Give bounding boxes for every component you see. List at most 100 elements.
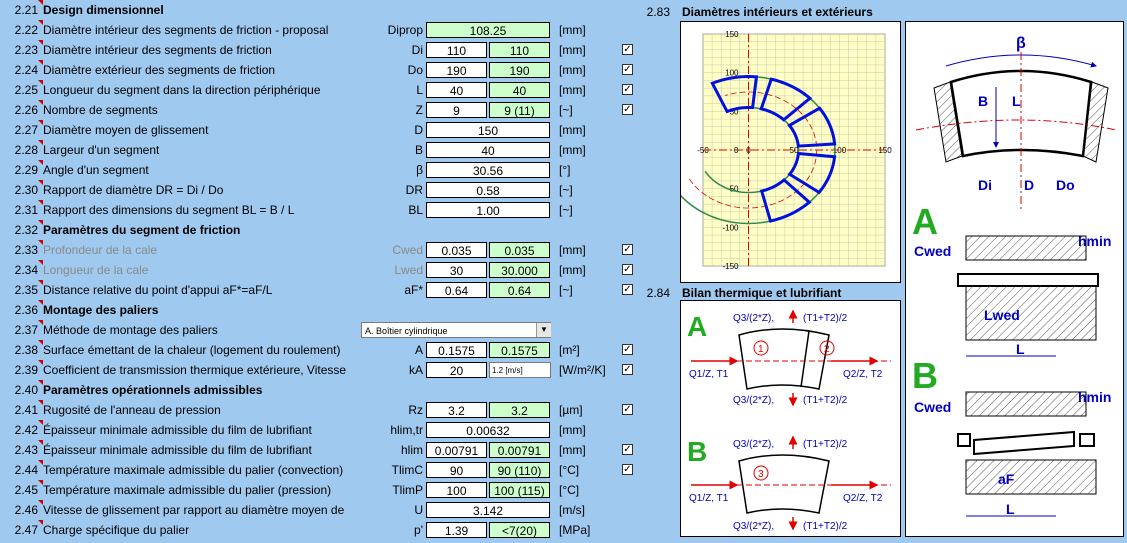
parameter-label: Diamètre moyen de glissement (43, 123, 209, 137)
input-value-cell[interactable]: 0.00791 (489, 442, 550, 458)
computed-value-cell: 9 (426, 102, 487, 118)
lock-checkbox[interactable]: ✓ (622, 44, 633, 55)
param-row-2-26: 2.26 Nombre de segments Z 9 9 (11) [~] ✓ (0, 100, 640, 120)
input-value-cell[interactable]: 30.000 (489, 262, 550, 278)
unit-label: [mm] (559, 83, 586, 97)
lock-checkbox[interactable]: ✓ (622, 344, 633, 355)
lock-checkbox[interactable]: ✓ (622, 364, 633, 375)
row-number: 2.34 (14, 263, 38, 277)
parameter-symbol: p' (414, 523, 423, 537)
value-cell[interactable]: 108.25 (426, 22, 550, 38)
l-a-label: L (1016, 341, 1025, 357)
unit-label: [m²] (559, 343, 580, 357)
param-row-2-21: 2.21 Design dimensionnel (0, 0, 640, 20)
row-number: 2.21 (14, 3, 38, 17)
t-avg-top-b: (T1+T2)/2 (803, 439, 848, 450)
input-value-cell[interactable]: 110 (489, 42, 550, 58)
parameter-label: Coefficient de transmission thermique ex… (43, 363, 347, 377)
row-number: 2.23 (14, 43, 38, 57)
row-number: 2.27 (14, 123, 38, 137)
q3-top-a: Q3/(2*Z), (733, 313, 774, 324)
row-number: 2.25 (14, 83, 38, 97)
parameter-symbol: Cwed (392, 243, 423, 257)
parameter-label: Charge spécifique du palier (43, 523, 190, 537)
input-value-cell[interactable]: 0.035 (489, 242, 550, 258)
input-value-cell[interactable]: 9 (11) (489, 102, 550, 118)
unit-label: [m/s] (559, 503, 585, 517)
dropdown-arrow-icon[interactable]: ▼ (536, 323, 551, 337)
unit-label: [mm] (559, 423, 586, 437)
lock-checkbox[interactable]: ✓ (622, 244, 633, 255)
mounting-method-dropdown[interactable]: A. Boîtier cylindrique (361, 322, 551, 338)
unit-label: [mm] (559, 443, 586, 457)
row-number: 2.32 (14, 223, 38, 237)
input-value-cell[interactable]: 3.2 (489, 402, 550, 418)
section-header: Montage des paliers (43, 303, 159, 317)
computed-value-cell: 40 (426, 82, 487, 98)
row-number: 2.36 (14, 303, 38, 317)
param-row-2-41: 2.41 Rugosité de l'anneau de pression Rz 3.… (0, 400, 640, 420)
parameter-symbol: kA (408, 363, 423, 377)
y-tick-label: 150 (725, 30, 739, 39)
unit-label: [°] (559, 163, 571, 177)
param-row-2-42: 2.42 Épaisseur minimale admissible du fil… (0, 420, 640, 440)
parameter-symbol: DR (405, 183, 423, 197)
computed-value-cell: 100 (426, 482, 487, 498)
parameter-symbol: Diprop (387, 23, 423, 37)
lock-checkbox[interactable]: ✓ (622, 64, 633, 75)
input-value-cell[interactable]: 0.64 (489, 282, 550, 298)
computed-value-cell: 90 (426, 462, 487, 478)
parameter-symbol: aF* (404, 283, 423, 297)
q1-b: Q1/Z, T1 (689, 493, 729, 504)
parameter-label: Diamètre intérieur des segments de frict… (43, 43, 272, 57)
case-b-letter: B (687, 436, 707, 467)
param-row-2-36: 2.36 Montage des paliers (0, 300, 640, 320)
lock-checkbox[interactable]: ✓ (622, 404, 633, 415)
param-row-2-35: 2.35 Distance relative du point d'appui a… (0, 280, 640, 300)
computed-value-cell: 30 (426, 262, 487, 278)
parameter-label: Rugosité de l'anneau de pression (43, 403, 221, 417)
row-number: 2.24 (14, 63, 38, 77)
input-value-cell[interactable]: 100 (115) (489, 482, 550, 498)
l-b-label: L (1006, 501, 1015, 517)
lock-checkbox[interactable]: ✓ (622, 264, 633, 275)
lock-checkbox[interactable]: ✓ (622, 84, 633, 95)
input-value-cell[interactable]: 90 (110) (489, 462, 550, 478)
zone-2-label: 2 (824, 344, 830, 355)
computed-value-cell: 0.035 (426, 242, 487, 258)
q3-top-b: Q3/(2*Z), (733, 439, 774, 450)
input-value-cell[interactable]: 190 (489, 62, 550, 78)
parameter-symbol: A (414, 343, 423, 357)
speed-dropdown[interactable]: 1.2 [m/s] (489, 362, 551, 378)
input-value-cell[interactable]: <7(20) (489, 522, 550, 538)
row-number: 2.29 (14, 163, 38, 177)
lock-checkbox[interactable]: ✓ (622, 444, 633, 455)
segment-geometry-diagram: β B L Di D Do A Cwed hmin Lwed L B Cwed … (905, 21, 1124, 537)
lock-checkbox[interactable]: ✓ (622, 104, 633, 115)
parameter-label: Longueur du segment dans la direction pé… (43, 83, 321, 97)
parameter-symbol: β (416, 163, 423, 177)
beta-label: β (1016, 35, 1026, 52)
input-value-cell[interactable]: 40 (489, 82, 550, 98)
value-cell: 30.56 (426, 162, 550, 178)
lock-checkbox[interactable]: ✓ (622, 464, 633, 475)
parameter-symbol: hlim (400, 443, 423, 457)
value-cell: 0.58 (426, 182, 550, 198)
unit-label: [~] (559, 183, 573, 197)
param-row-2-30: 2.30 Rapport de diamètre DR = Di / Do DR 0.… (0, 180, 640, 200)
row-number: 2.30 (14, 183, 38, 197)
parameter-symbol: TlimP (392, 483, 423, 497)
unit-label: [mm] (559, 123, 586, 137)
input-value-cell[interactable]: 0.1575 (489, 342, 550, 358)
value-cell: 40 (426, 142, 550, 158)
param-row-2-37: 2.37 Méthode de montage des paliers A. Boî… (0, 320, 640, 340)
unit-label: [~] (559, 203, 573, 217)
mount-a-letter: A (912, 201, 938, 242)
parameter-label: Diamètre extérieur des segments de frict… (43, 63, 276, 77)
lwed-label: Lwed (984, 307, 1020, 323)
lock-checkbox[interactable]: ✓ (622, 284, 633, 295)
param-row-2-43: 2.43 Épaisseur minimale admissible du fil… (0, 440, 640, 460)
param-row-2-23: 2.23 Diamètre intérieur des segments de f… (0, 40, 640, 60)
param-row-2-28: 2.28 Largeur d'un segment B 40 [mm] (0, 140, 640, 160)
parameter-symbol: L (416, 83, 423, 97)
